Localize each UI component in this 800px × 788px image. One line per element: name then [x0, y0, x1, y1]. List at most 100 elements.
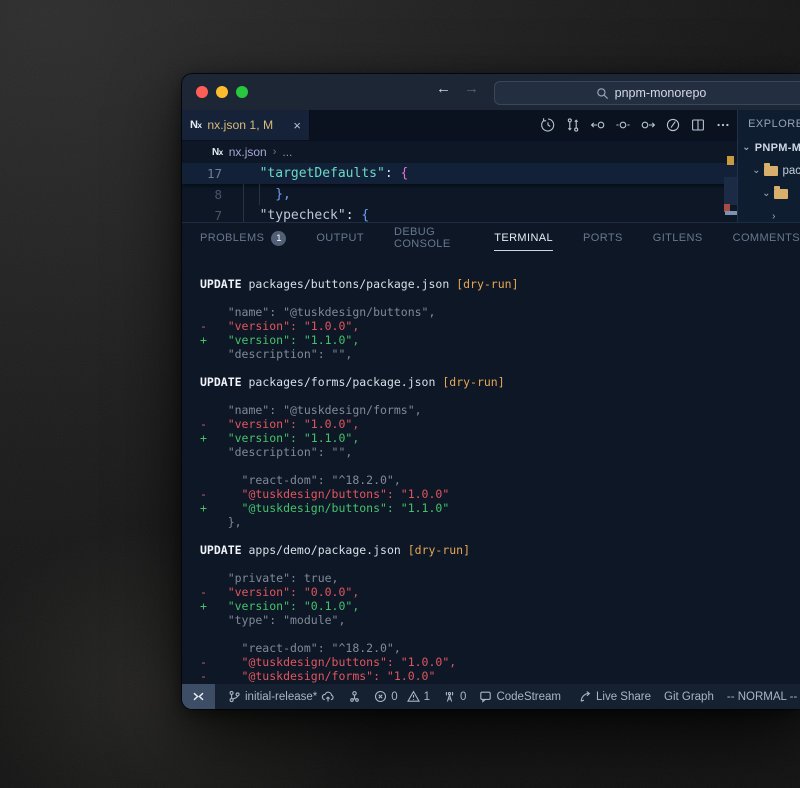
publish-cloud-icon — [321, 690, 335, 703]
panel-tab-label: PORTS — [583, 232, 623, 244]
editor-actions — [540, 110, 731, 140]
change-indicator-icon[interactable] — [615, 117, 631, 133]
search-icon — [596, 87, 609, 100]
live-share-icon — [579, 690, 592, 703]
vim-mode-text: -- NORMAL -- — [727, 691, 797, 703]
navigate-back-icon[interactable]: ← — [436, 80, 451, 97]
code-text: "targetDefaults": { — [222, 166, 408, 181]
terminal-line: "private": true, — [200, 571, 800, 585]
branch-indicator[interactable]: initial-release* — [228, 690, 335, 703]
terminal-line — [200, 529, 800, 543]
broadcast-indicator[interactable]: 0 — [443, 690, 466, 703]
terminal-file-path: apps/demo/package.json — [242, 543, 408, 557]
explorer-title: EXPLORER — [738, 110, 800, 130]
terminal-output[interactable]: UPDATE packages/buttons/package.json [dr… — [182, 253, 800, 683]
folder-icon — [764, 166, 778, 176]
panel-tab-debug-console[interactable]: DEBUG CONSOLE — [394, 226, 464, 250]
codestream-icon — [479, 690, 492, 703]
breadcrumb-rest[interactable]: ... — [282, 145, 292, 159]
error-count: 0 — [391, 691, 397, 703]
minimap-selection-mark — [725, 211, 737, 215]
gitlens-indicator[interactable] — [348, 690, 361, 703]
navigate-forward-icon[interactable]: → — [464, 80, 479, 97]
line-number: 7 — [182, 208, 222, 223]
minimize-window-button[interactable] — [216, 86, 228, 98]
chevron-right-icon: › — [772, 211, 775, 222]
explorer-item[interactable]: ⌄ — [738, 182, 800, 205]
terminal-line: UPDATE packages/buttons/package.json [dr… — [200, 277, 800, 291]
explorer-item-packages[interactable]: ⌄packages — [738, 159, 800, 182]
split-editor-icon[interactable] — [690, 117, 706, 133]
indent-guide — [243, 205, 244, 223]
terminal-line: + "@tuskdesign/buttons": "1.1.0" — [200, 501, 800, 515]
vscode-window: ← → pnpm-monorepo Nx nx.json 1, M × — [182, 74, 800, 709]
nx-file-icon: Nx — [190, 119, 201, 131]
close-tab-icon[interactable]: × — [293, 119, 301, 132]
panel-tab-label: COMMENTS — [733, 232, 800, 244]
indent-guide — [259, 184, 260, 205]
terminal-line: "type": "module", — [200, 613, 800, 627]
minimap-slider[interactable] — [724, 177, 737, 205]
remote-indicator[interactable] — [182, 684, 215, 709]
panel-tab-problems[interactable]: PROBLEMS1 — [200, 231, 286, 246]
breadcrumb-file[interactable]: nx.json — [229, 145, 267, 159]
minimap[interactable] — [724, 140, 737, 222]
terminal-line — [200, 627, 800, 641]
panel-tab-gitlens[interactable]: GITLENS — [653, 232, 703, 244]
search-value: pnpm-monorepo — [615, 86, 707, 100]
explorer-item-pnpm-monorepo[interactable]: ⌄PNPM-MONOREPO — [738, 136, 800, 159]
breadcrumb[interactable]: Nx nx.json › ... — [182, 141, 737, 163]
panel-tab-terminal[interactable]: TERMINAL — [494, 232, 553, 244]
terminal-line: "name": "@tuskdesign/forms", — [200, 403, 800, 417]
vim-mode-indicator: -- NORMAL -- — [727, 691, 797, 703]
code-token: : — [385, 166, 401, 181]
panel-tab-ports[interactable]: PORTS — [583, 232, 623, 244]
code-token: "targetDefaults" — [260, 166, 385, 181]
warnings-icon — [407, 690, 420, 703]
bottom-panel: PROBLEMS1 OUTPUT DEBUG CONSOLE TERMINAL PORT… — [182, 222, 800, 684]
close-window-button[interactable] — [196, 86, 208, 98]
maximize-window-button[interactable] — [236, 86, 248, 98]
next-change-icon[interactable] — [640, 117, 656, 133]
code-line[interactable]: 7"typecheck": { — [182, 205, 737, 223]
code-editor[interactable]: 17"targetDefaults": {8},7"typecheck": { — [182, 163, 737, 223]
git-graph-item[interactable]: Git Graph — [664, 691, 714, 703]
terminal-dry-run-tag: [dry-run] — [408, 543, 470, 557]
panel-tab-comments[interactable]: COMMENTS — [733, 232, 800, 244]
more-actions-icon[interactable] — [715, 117, 731, 133]
chevron-down-icon: ⌄ — [752, 165, 760, 176]
previous-change-icon[interactable] — [590, 117, 606, 133]
git-branch-icon — [228, 690, 241, 703]
terminal-line: "description": "", — [200, 445, 800, 459]
terminal-line: "description": "", — [200, 347, 800, 361]
tab-label: nx.json 1, M — [207, 118, 273, 132]
code-token: { — [400, 166, 408, 181]
compare-changes-icon[interactable] — [565, 117, 581, 133]
codestream-item[interactable]: CodeStream — [479, 690, 561, 703]
terminal-line: - "version": "0.0.0", — [200, 585, 800, 599]
explorer-item[interactable]: › — [738, 205, 800, 222]
panel-tab-label: DEBUG CONSOLE — [394, 226, 464, 250]
live-share-item[interactable]: Live Share — [579, 690, 651, 703]
code-token: }, — [275, 187, 291, 202]
code-token: : — [346, 208, 362, 223]
open-changes-icon[interactable] — [665, 117, 681, 133]
code-line[interactable]: 17"targetDefaults": { — [182, 163, 737, 184]
code-line[interactable]: 8}, — [182, 184, 737, 205]
explorer-sidebar: EXPLORER ⌄PNPM-MONOREPO⌄packages⌄ › — [737, 110, 800, 222]
indent-guide — [243, 184, 244, 205]
problems-count-badge: 1 — [271, 231, 286, 246]
tab-nx-json[interactable]: Nx nx.json 1, M × — [182, 110, 310, 140]
problems-indicator[interactable]: 0 1 — [374, 690, 430, 703]
terminal-line: - "@tuskdesign/buttons": "1.0.0", — [200, 655, 800, 669]
panel-tab-output[interactable]: OUTPUT — [316, 232, 364, 244]
timeline-history-icon[interactable] — [540, 117, 556, 133]
terminal-line: - "version": "1.0.0", — [200, 319, 800, 333]
codestream-label: CodeStream — [496, 691, 561, 703]
branch-name: initial-release* — [245, 691, 317, 703]
breadcrumb-separator-icon: › — [273, 146, 277, 158]
terminal-update-keyword: UPDATE — [200, 375, 242, 389]
code-token: { — [361, 208, 369, 223]
command-center-search[interactable]: pnpm-monorepo — [494, 81, 800, 105]
terminal-line — [200, 361, 800, 375]
